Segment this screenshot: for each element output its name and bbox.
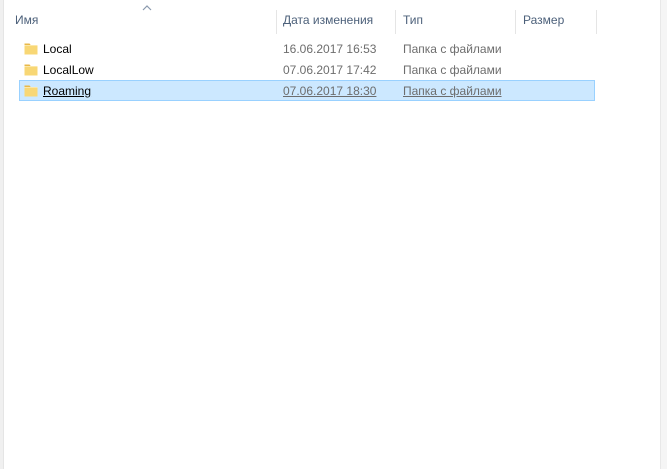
file-date-modified: 07.06.2017 18:30 — [283, 84, 377, 98]
navigation-pane-edge — [0, 0, 4, 469]
file-list: Local 16.06.2017 16:53 Папка с файлами L… — [19, 38, 595, 101]
column-header-name[interactable]: Имя — [8, 0, 276, 34]
file-name: Local — [43, 42, 72, 56]
column-header-size[interactable]: Размер — [516, 0, 596, 34]
file-date-modified: 07.06.2017 17:42 — [283, 63, 377, 77]
file-explorer-window: Имя Дата изменения Тип Размер Local 16.0… — [0, 0, 667, 469]
vertical-scrollbar-track[interactable] — [660, 0, 667, 469]
column-header-type[interactable]: Тип — [396, 0, 515, 34]
file-name: LocalLow — [43, 63, 94, 77]
file-row[interactable]: LocalLow 07.06.2017 17:42 Папка с файлам… — [19, 59, 595, 80]
file-date-modified: 16.06.2017 16:53 — [283, 42, 377, 56]
file-type: Папка с файлами — [403, 42, 502, 56]
column-header-date[interactable]: Дата изменения — [276, 0, 395, 34]
folder-icon — [24, 85, 38, 97]
folder-icon — [24, 64, 38, 76]
column-header-row: Имя Дата изменения Тип Размер — [8, 0, 660, 34]
file-name: Roaming — [43, 84, 92, 98]
file-row-selected[interactable]: Roaming 07.06.2017 18:30 Папка с файлами — [19, 80, 595, 101]
file-row[interactable]: Local 16.06.2017 16:53 Папка с файлами — [19, 38, 595, 59]
column-divider[interactable] — [596, 10, 597, 34]
folder-icon — [24, 43, 38, 55]
file-type: Папка с файлами — [403, 63, 502, 77]
file-type: Папка с файлами — [403, 84, 502, 98]
